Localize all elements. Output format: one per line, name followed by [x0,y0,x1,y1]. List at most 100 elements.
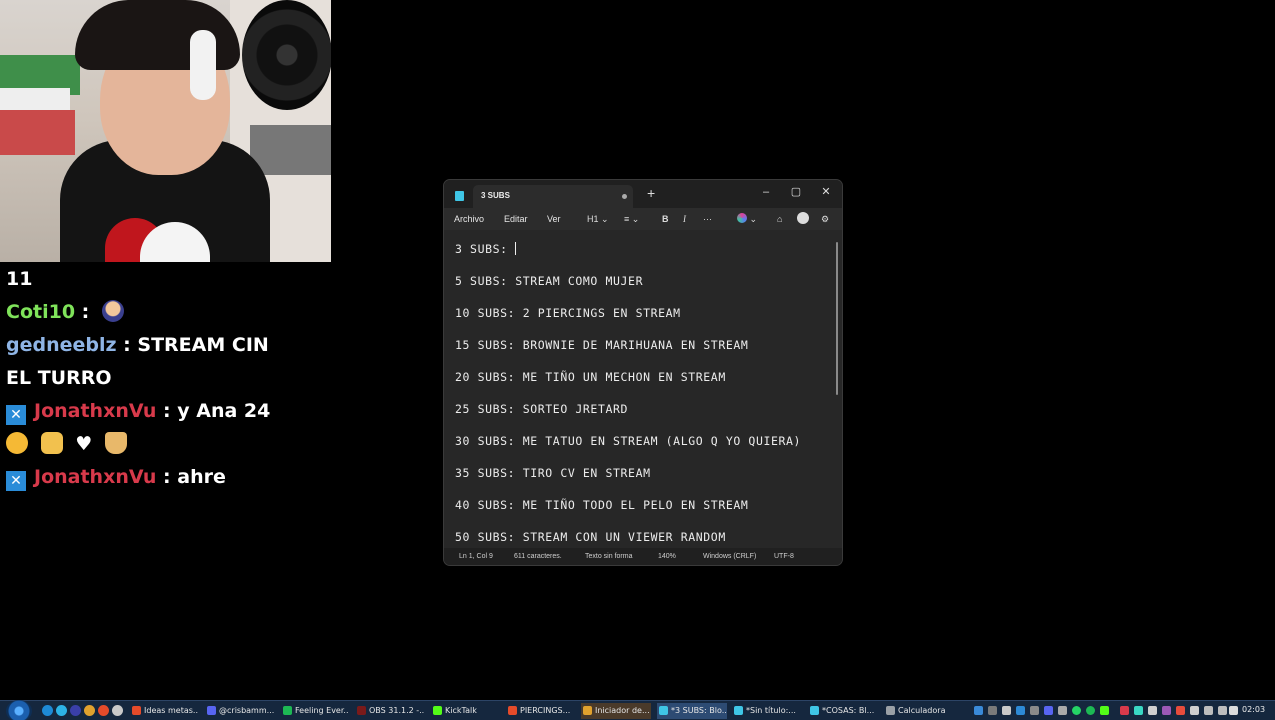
bold-button[interactable]: B [662,211,669,227]
tray-kick-icon[interactable] [1100,706,1109,715]
subscriber-badge-icon: ✕ [6,405,26,425]
taskbar-clock[interactable]: 02:03 [1242,705,1265,714]
settings-gear-icon[interactable]: ⚙ [821,211,829,227]
notepad-app-icon [455,191,464,201]
spotify-icon [283,706,292,715]
chat-username: Coti10 [6,301,76,323]
title-bar[interactable]: 3 SUBS + – ▢ ✕ [444,180,842,208]
taskbar-item[interactable]: PIERCINGS... [506,703,574,719]
chat-text: 11 [6,268,33,290]
status-zoom[interactable]: 140% [658,553,676,560]
taskbar-item[interactable]: @crisbamm... [205,703,275,719]
status-format: Texto sin forma [585,553,633,560]
taskbar-item[interactable]: Ideas metas... [130,703,198,719]
pinned-explorer-icon[interactable] [112,705,123,716]
tray-settings-icon[interactable] [988,706,997,715]
account-icon[interactable] [797,211,809,227]
chat-message: gedneeblz : STREAM CIN EL TURRO [6,329,326,395]
tab-3-subs[interactable]: 3 SUBS [473,185,633,208]
chevron-down-icon: ⌄ [601,214,609,224]
pinned-folder-icon[interactable] [84,705,95,716]
tray-app-icon[interactable] [1058,706,1067,715]
headphone [190,30,216,100]
ok-hand-emoji-icon [40,432,63,454]
tray-app-icon[interactable] [974,706,983,715]
notepad-icon [659,706,668,715]
taskbar-item[interactable]: *Sin título:... [732,703,802,719]
chrome-icon [132,706,141,715]
menu-archivo[interactable]: Archivo [454,214,484,224]
tab-title: 3 SUBS [481,191,510,200]
list-icon: ≡ [624,214,630,224]
status-bar: Ln 1, Col 9 611 caracteres. Texto sin fo… [444,548,842,565]
announcement-icon[interactable]: ⌂ [777,211,782,227]
tray-app-icon[interactable] [1030,706,1039,715]
chat-text: ahre [177,466,226,488]
copilot-button[interactable]: ⌄ [737,211,757,227]
new-tab-button[interactable]: + [647,185,655,201]
editor-line: 25 SUBS: SORTEO JRETARD [455,402,629,416]
editor-line: 10 SUBS: 2 PIERCINGS EN STREAM [455,306,681,320]
chrome-icon [508,706,517,715]
taskbar-item[interactable]: Feeling Ever... [281,703,349,719]
editor-line: 3 SUBS: [455,242,517,256]
chat-username: JonathxnVu [34,466,157,488]
pinned-ie-icon[interactable] [42,705,53,716]
taskbar-item[interactable]: OBS 31.1.2 -... [355,703,425,719]
chat-separator: : [75,301,90,323]
tray-network-icon[interactable] [1016,706,1025,715]
tray-spotify-icon[interactable] [1086,706,1095,715]
status-line-ending: Windows (CRLF) [703,553,757,560]
tray-app-icon[interactable] [1134,706,1143,715]
tray-app-icon[interactable] [1218,706,1227,715]
tray-obs-icon[interactable] [1176,706,1185,715]
italic-button[interactable]: I [683,211,686,227]
pinned-app-icon[interactable] [70,705,81,716]
tray-device-icon[interactable] [1002,706,1011,715]
notepad-window[interactable]: 3 SUBS + – ▢ ✕ Archivo Editar Ver H1 ⌄ ≡… [443,179,843,566]
close-button[interactable]: ✕ [814,183,838,201]
taskbar-item[interactable]: *COSAS: Bl... [808,703,878,719]
text-cursor [515,242,517,255]
start-button[interactable] [6,700,32,720]
taskbar: Ideas metas... @crisbamm... Feeling Ever… [0,700,1275,720]
volume-icon[interactable] [1229,706,1238,715]
notepad-icon [810,706,819,715]
list-dropdown[interactable]: ≡ ⌄ [624,211,639,227]
minimize-button[interactable]: – [754,183,778,201]
heart-emoji-icon: ♥ [75,433,93,455]
chat-message: 11 [6,263,326,296]
editor-line: 30 SUBS: ME TATUO EN STREAM (ALGO Q YO Q… [455,434,802,448]
pinned-edge-icon[interactable] [56,705,67,716]
maximize-button[interactable]: ▢ [784,183,808,201]
menu-ver[interactable]: Ver [547,214,561,224]
calculator-icon [886,706,895,715]
editor-line: 35 SUBS: TIRO CV EN STREAM [455,466,651,480]
editor-content[interactable]: 3 SUBS: 5 SUBS: STREAM COMO MUJER 10 SUB… [455,241,801,561]
chat-separator: : [116,334,138,356]
taskbar-item[interactable]: Iniciador de... [581,703,651,719]
chat-separator: : [156,400,178,422]
notepad-icon [734,706,743,715]
tray-discord-icon[interactable] [1044,706,1053,715]
taskbar-item[interactable]: KickTalk [431,703,499,719]
copilot-icon [737,213,747,223]
obs-icon [357,706,366,715]
more-options-button[interactable]: ··· [703,211,712,227]
menu-editar[interactable]: Editar [504,214,528,224]
unsaved-dot-icon[interactable] [622,194,627,199]
taskbar-item[interactable]: Calculadora [884,703,956,719]
desk-fan [242,0,331,110]
tray-mic-icon[interactable] [1190,706,1199,715]
vertical-scrollbar[interactable] [836,242,838,395]
tray-app-icon[interactable] [1162,706,1171,715]
tray-network-icon[interactable] [1204,706,1213,715]
pinned-chrome-icon[interactable] [98,705,109,716]
taskbar-item[interactable]: *3 SUBS: Blo... [657,703,727,719]
tray-app-icon[interactable] [1120,706,1129,715]
tray-app-icon[interactable] [1148,706,1157,715]
text-editor[interactable]: 3 SUBS: 5 SUBS: STREAM COMO MUJER 10 SUB… [444,230,842,548]
heading-dropdown[interactable]: H1 ⌄ [587,211,609,227]
chevron-down-icon: ⌄ [631,214,640,224]
tray-whatsapp-icon[interactable] [1072,706,1081,715]
